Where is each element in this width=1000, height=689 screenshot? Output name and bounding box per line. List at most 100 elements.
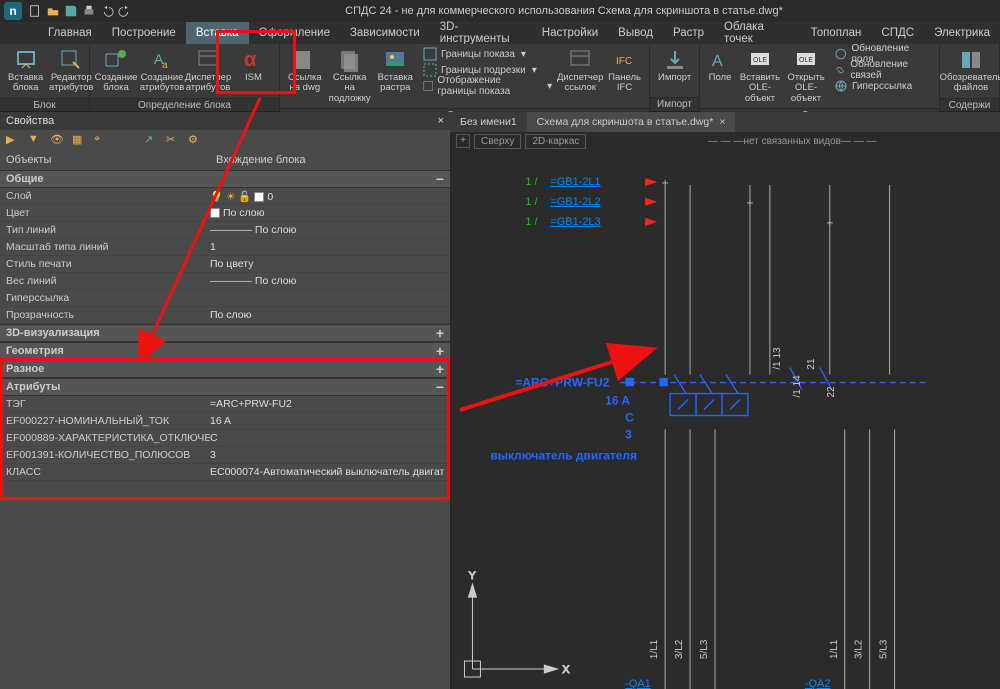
tab-format[interactable]: Оформление <box>249 22 340 44</box>
ribbon-tabs: Главная Построение Вставка Оформление За… <box>0 22 1000 44</box>
ole-insert-button[interactable]: OLE Вставить OLE-объект <box>738 46 782 106</box>
tab-pointcloud[interactable]: Облака точек <box>714 22 801 44</box>
update-links-item[interactable]: Обновление связей <box>834 62 931 78</box>
attr-row: ТЭГ=ARC+PRW-FU2 <box>0 396 450 413</box>
props-close-icon[interactable]: × <box>438 115 444 127</box>
group-import-label: Импорт <box>650 97 699 111</box>
redo-icon[interactable] <box>118 4 132 18</box>
field-button[interactable]: A Поле <box>704 46 736 85</box>
open-icon[interactable] <box>46 4 60 18</box>
ole-open-button[interactable]: OLE Открыть OLE-объект <box>784 46 828 106</box>
props-panel-title: Свойства × <box>0 112 450 130</box>
line-num: 1 / <box>525 176 538 188</box>
arrow-icon[interactable]: ↗ <box>144 133 158 147</box>
svg-text:A: A <box>712 53 723 70</box>
expand-icon[interactable]: + <box>436 361 444 377</box>
tab-constraints[interactable]: Зависимости <box>340 22 430 44</box>
prop-row-layer: Слой💡 ☀ 🔓 0 <box>0 188 450 205</box>
props-section-general[interactable]: Общие − <box>0 170 450 188</box>
raster-button[interactable]: Вставка растра <box>374 46 417 96</box>
svg-text:3/L2: 3/L2 <box>854 639 865 659</box>
svg-text:OLE: OLE <box>753 57 767 64</box>
svg-text:IFC: IFC <box>616 56 632 67</box>
svg-text:C: C <box>625 410 634 424</box>
view-wireframe-button[interactable]: 2D-каркас <box>525 134 586 149</box>
tab-settings[interactable]: Настройки <box>532 22 608 44</box>
save-icon[interactable] <box>64 4 78 18</box>
tab-build[interactable]: Построение <box>102 22 186 44</box>
tab-raster[interactable]: Растр <box>663 22 714 44</box>
tab-insert[interactable]: Вставка <box>186 22 249 44</box>
attr-editor-button[interactable]: Редактор атрибутов <box>49 46 93 96</box>
collapse-icon[interactable]: − <box>436 379 444 395</box>
view-top-button[interactable]: Сверху <box>474 134 521 149</box>
prop-row-lineweight: Вес линий———— По слою <box>0 273 450 290</box>
svg-text:16 A: 16 A <box>605 394 630 408</box>
close-tab-icon[interactable]: × <box>719 116 725 128</box>
drawing-canvas[interactable]: 1 / =GB1-2L1 1 / =GB1-2L2 1 / =GB1-2L3 <box>450 150 1000 689</box>
eye-icon[interactable]: 👁 <box>50 133 64 147</box>
ref-mgr-button[interactable]: Диспетчер ссылок <box>558 46 602 96</box>
prop-row-transparency: ПрозрачностьПо слою <box>0 307 450 324</box>
attr-row: КЛАССEC000074-Автоматический выключатель… <box>0 464 450 481</box>
tab-topoplan[interactable]: Топоплан <box>801 22 872 44</box>
dwg-ref-button[interactable]: Ссылка на dwg <box>284 46 326 96</box>
view-hint: — — —нет связанных видов— — — <box>590 136 994 147</box>
tab-main[interactable]: Главная <box>38 22 102 44</box>
group-blockdef-label: Определение блока <box>90 98 279 111</box>
cursor-icon[interactable]: ▶ <box>6 133 20 147</box>
new-icon[interactable] <box>28 4 42 18</box>
attr-row: EF000889-ХАРАКТЕРИСТИКА_ОТКЛЮЧЕНИЯC <box>0 430 450 447</box>
svg-text:α: α <box>244 49 257 71</box>
underlay-button[interactable]: Ссылка на подложку <box>328 46 372 106</box>
prop-row-color: ЦветПо слою <box>0 205 450 222</box>
tab-output[interactable]: Вывод <box>608 22 663 44</box>
doc-tab-1[interactable]: Без имени1 <box>450 112 527 132</box>
create-block-button[interactable]: Создание блока <box>94 46 138 96</box>
toggle-bounds-item[interactable]: Отображение границы показа▾ <box>423 78 552 94</box>
show-bounds-item[interactable]: Границы показа▾ <box>423 46 552 62</box>
undo-icon[interactable] <box>100 4 114 18</box>
svg-text:3: 3 <box>625 427 632 441</box>
ifc-panel-button[interactable]: IFC Панель IFC <box>604 46 645 96</box>
insert-block-button[interactable]: Вставка блока <box>4 46 47 96</box>
tab-spds[interactable]: СПДС <box>871 22 924 44</box>
import-button[interactable]: Импорт <box>654 46 695 85</box>
tab-3d[interactable]: 3D-инструменты <box>430 22 532 44</box>
attr-row: EF000227-НОМИНАЛЬНЫЙ_ТОК16 A <box>0 413 450 430</box>
collapse-icon[interactable]: − <box>436 171 444 187</box>
block-tag: =ARC+PRW-FU2 <box>515 376 609 390</box>
svg-text:/1 14: /1 14 <box>792 375 803 398</box>
svg-text:выключатель двигателя: выключатель двигателя <box>490 448 637 462</box>
svg-text:1 /: 1 / <box>525 216 538 228</box>
print-icon[interactable] <box>82 4 96 18</box>
doc-tab-2[interactable]: Схема для скриншота в статье.dwg*× <box>527 112 736 132</box>
create-attr-button[interactable]: Aa Создание атрибутов <box>140 46 184 96</box>
svg-text:/1 13: /1 13 <box>772 347 783 370</box>
line-label: =GB1-2L1 <box>550 176 600 188</box>
tab-electric[interactable]: Электрика <box>924 22 1000 44</box>
document-tabs: Без имени1 Схема для скриншота в статье.… <box>450 112 1000 132</box>
hyperlink-item[interactable]: Гиперссылка <box>834 78 931 94</box>
expand-icon[interactable]: + <box>436 325 444 341</box>
pick-icon[interactable]: ⌖ <box>94 133 108 147</box>
svg-text:5/L3: 5/L3 <box>699 639 710 659</box>
cut-icon[interactable]: ✂ <box>166 133 180 147</box>
file-browser-button[interactable]: Обозреватель файлов <box>944 46 998 96</box>
props-section-attributes[interactable]: Атрибуты − <box>0 378 450 396</box>
props-section-geometry[interactable]: Геометрия + <box>0 342 450 360</box>
svg-text:=GB1-2L2: =GB1-2L2 <box>550 196 600 208</box>
attr-row: EF001391-КОЛИЧЕСТВО_ПОЛЮСОВ3 <box>0 447 450 464</box>
props-section-misc[interactable]: Разное + <box>0 360 450 378</box>
svg-text:21: 21 <box>806 358 817 370</box>
terminal-label: -QA2 <box>805 678 831 689</box>
add-view-button[interactable]: + <box>456 134 470 148</box>
gear-icon[interactable]: ⚙ <box>188 133 202 147</box>
filter-icon[interactable]: ▼ <box>28 133 42 147</box>
ism-button[interactable]: α ISM <box>232 46 275 85</box>
layers-icon[interactable]: ▦ <box>72 133 86 147</box>
attr-mgr-button[interactable]: Диспетчер атрибутов <box>186 46 230 96</box>
expand-icon[interactable]: + <box>436 343 444 359</box>
prop-row-linetype: Тип линий———— По слою <box>0 222 450 239</box>
props-section-3d[interactable]: 3D-визуализация + <box>0 324 450 342</box>
